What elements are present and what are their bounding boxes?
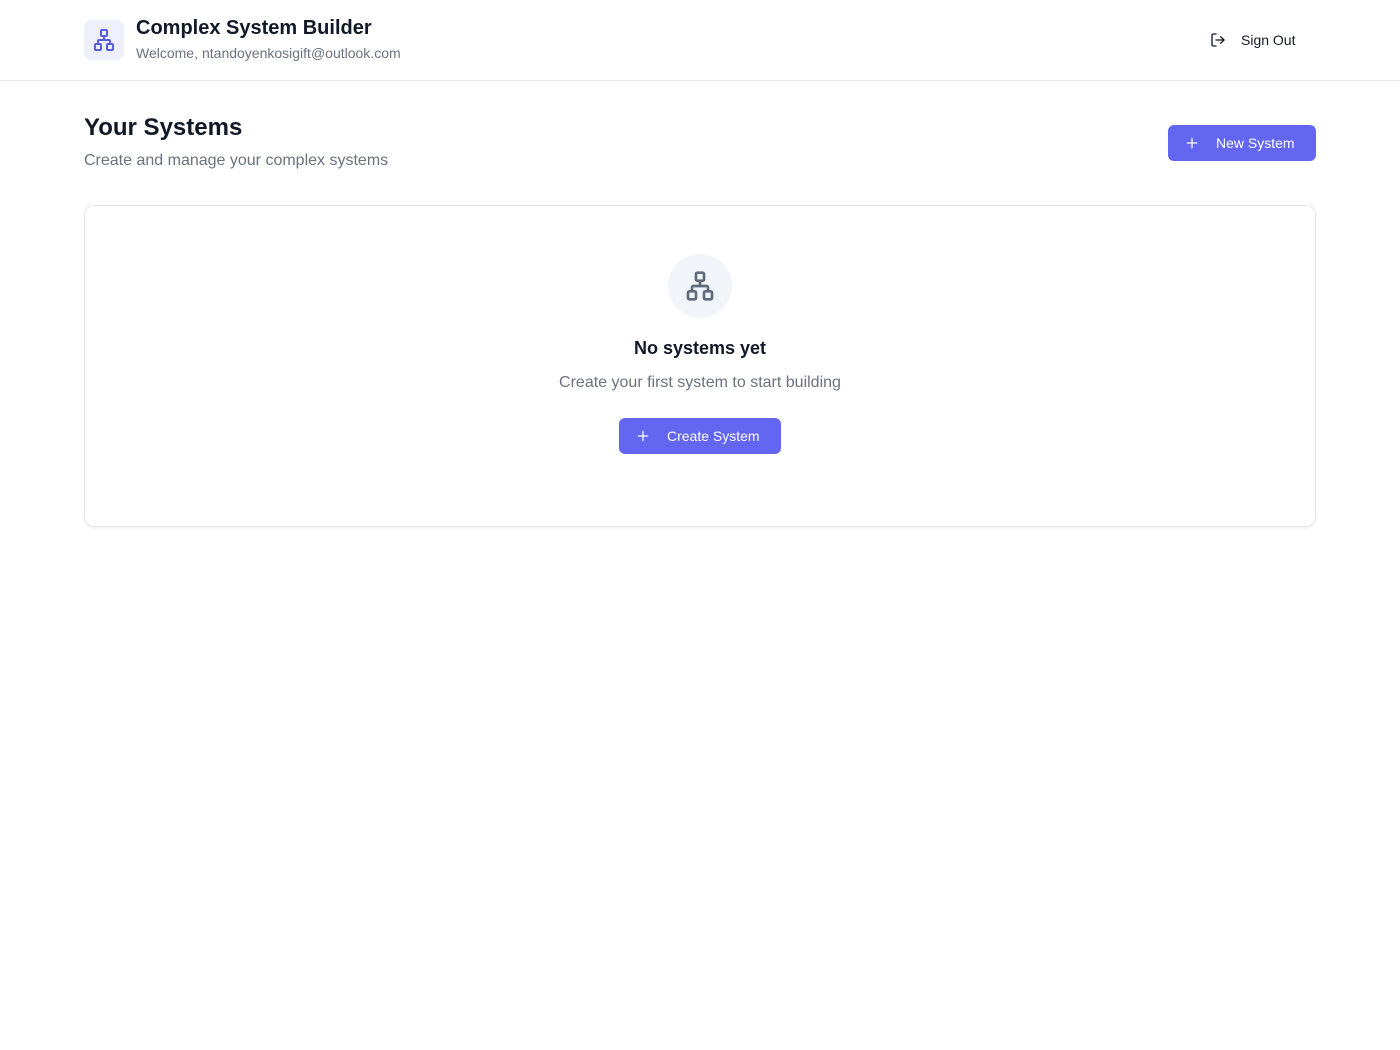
app-logo <box>84 20 124 60</box>
sign-out-button[interactable]: Sign Out <box>1198 26 1316 54</box>
create-system-label: Create System <box>667 428 760 444</box>
empty-state-title: No systems yet <box>633 338 767 358</box>
page-subtitle: Create and manage your complex systems <box>84 152 389 169</box>
new-system-button[interactable]: New System <box>1168 125 1316 161</box>
sign-out-label: Sign Out <box>1241 32 1296 48</box>
log-out-icon <box>1211 33 1225 47</box>
empty-state-icon-circle <box>668 254 732 318</box>
plus-icon <box>1186 137 1198 149</box>
user-email: ntandoyenkosigift@outlook.com <box>201 45 401 61</box>
app-title: Complex System Builder <box>136 17 372 39</box>
new-system-label: New System <box>1216 135 1295 151</box>
top-bar: Complex System Builder Welcome, ntandoyen… <box>0 0 1400 81</box>
empty-state-card: No systems yet Create your first system … <box>84 205 1316 527</box>
create-system-button[interactable]: Create System <box>619 418 781 454</box>
page-title: Your Systems <box>84 114 243 141</box>
empty-state-description: Create your first system to start buildi… <box>559 374 841 391</box>
network-icon <box>94 29 114 51</box>
welcome-prefix: Welcome, <box>136 45 198 61</box>
welcome-text: Welcome, ntandoyenkosigift@outlook.com <box>136 45 401 61</box>
network-icon <box>686 271 714 301</box>
plus-icon <box>637 430 649 442</box>
